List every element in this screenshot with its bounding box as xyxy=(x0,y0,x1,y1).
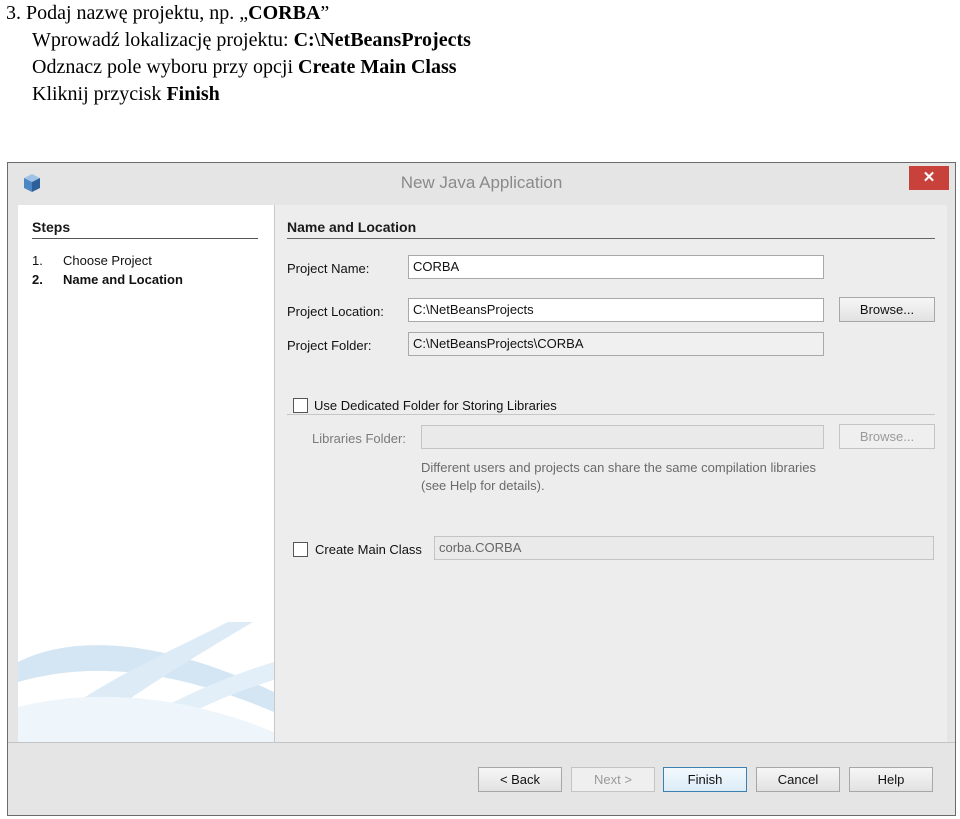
next-button[interactable]: Next > xyxy=(571,767,655,792)
instruction-text: 3. Podaj nazwę projektu, np. „ xyxy=(6,2,249,24)
new-java-application-dialog: New Java Application ✕ Steps 1. Choose Pr… xyxy=(7,162,956,816)
libraries-folder-input[interactable] xyxy=(421,425,824,449)
project-location-label: Project Location: xyxy=(287,304,384,319)
create-main-class-checkbox[interactable] xyxy=(293,542,308,557)
steps-panel: Steps 1. Choose Project 2. Name and Locati… xyxy=(18,205,275,742)
step-number: 1. xyxy=(32,253,43,268)
step-number: 2. xyxy=(32,272,43,287)
project-name-input[interactable]: CORBA xyxy=(408,255,824,279)
instructions: 3. Podaj nazwę projektu, np. „CORBA” Wpr… xyxy=(6,0,471,108)
create-main-class-label[interactable]: Create Main Class xyxy=(315,542,422,557)
title-bar[interactable]: New Java Application ✕ xyxy=(8,163,955,203)
instruction-text: Wprowadź lokalizację projektu: xyxy=(32,29,294,51)
instruction-text: ” xyxy=(320,2,330,24)
instruction-line-4: Kliknij przycisk Finish xyxy=(6,81,471,108)
browse-libraries-button[interactable]: Browse... xyxy=(839,424,935,449)
step-name-and-location: 2. Name and Location xyxy=(32,272,183,287)
instruction-text: Odznacz pole wyboru przy opcji xyxy=(32,56,299,78)
name-and-location-panel: Name and Location Project Name: CORBA Pr… xyxy=(275,205,947,742)
instruction-bold: CORBA xyxy=(248,2,321,24)
browse-location-button[interactable]: Browse... xyxy=(839,297,935,322)
step-choose-project: 1. Choose Project xyxy=(32,253,152,268)
divider xyxy=(287,238,935,239)
main-class-input[interactable]: corba.CORBA xyxy=(434,536,934,560)
project-folder-field[interactable]: C:\NetBeansProjects\CORBA xyxy=(408,332,824,356)
dedicated-folder-label[interactable]: Use Dedicated Folder for Storing Librari… xyxy=(314,398,557,413)
instruction-line-2: Wprowadź lokalizację projektu: C:\NetBea… xyxy=(6,27,471,54)
instruction-bold: Create Main Class xyxy=(298,56,457,78)
finish-button[interactable]: Finish xyxy=(663,767,747,792)
window-title: New Java Application xyxy=(400,173,563,192)
instruction-bold: C:\NetBeansProjects xyxy=(293,29,471,51)
step-label: Choose Project xyxy=(63,253,152,268)
divider xyxy=(287,414,935,415)
libraries-folder-label: Libraries Folder: xyxy=(312,431,406,446)
steps-heading: Steps xyxy=(32,219,71,235)
project-name-label: Project Name: xyxy=(287,261,370,276)
project-location-input[interactable]: C:\NetBeansProjects xyxy=(408,298,824,322)
divider xyxy=(32,238,258,239)
instruction-bold: Finish xyxy=(166,83,220,105)
step-label: Name and Location xyxy=(63,272,183,287)
instruction-line-1: 3. Podaj nazwę projektu, np. „CORBA” xyxy=(6,0,471,27)
section-heading: Name and Location xyxy=(287,219,417,235)
decorative-swoosh-graphic xyxy=(18,622,274,742)
back-button[interactable]: < Back xyxy=(478,767,562,792)
close-button[interactable]: ✕ xyxy=(909,166,949,190)
project-folder-label: Project Folder: xyxy=(287,338,372,353)
instruction-line-3: Odznacz pole wyboru przy opcji Create Ma… xyxy=(6,54,471,81)
instruction-text: Kliknij przycisk xyxy=(32,83,167,105)
help-button[interactable]: Help xyxy=(849,767,933,792)
libraries-help-note: Different users and projects can share t… xyxy=(421,460,817,493)
cancel-button[interactable]: Cancel xyxy=(756,767,840,792)
divider xyxy=(8,742,955,743)
dedicated-folder-checkbox[interactable] xyxy=(293,398,308,413)
